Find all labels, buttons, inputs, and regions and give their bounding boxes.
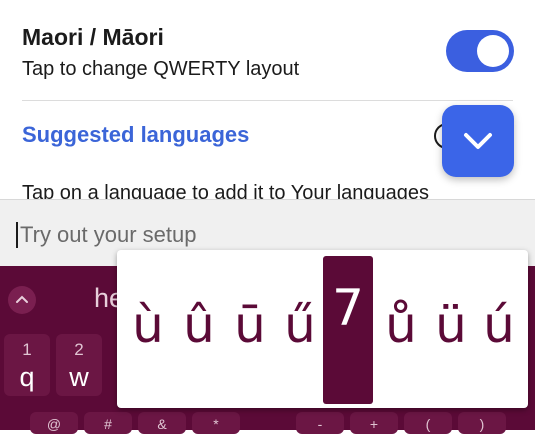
text-cursor xyxy=(16,222,18,248)
accent-option[interactable]: ű xyxy=(275,270,325,380)
key-row3[interactable]: @ xyxy=(30,412,78,434)
key-number: 1 xyxy=(22,340,32,359)
suggested-languages-title: Suggested languages xyxy=(22,122,250,147)
chevron-up-icon xyxy=(16,295,28,303)
accent-popup: ù û ū ű 7 ů ü ú xyxy=(117,250,528,408)
accent-option[interactable]: ù xyxy=(123,270,173,380)
key-row3[interactable]: + xyxy=(350,412,398,434)
key-q[interactable]: 1 q xyxy=(4,334,50,396)
key-number: 2 xyxy=(74,340,84,359)
key-w[interactable]: 2 w xyxy=(56,334,102,396)
key-row3[interactable]: # xyxy=(84,412,132,434)
scroll-down-button[interactable] xyxy=(442,105,514,177)
accent-option[interactable]: ú xyxy=(474,270,524,380)
accent-option-selected[interactable]: 7 xyxy=(323,256,373,404)
key-row3[interactable]: - xyxy=(296,412,344,434)
expand-suggestions-button[interactable] xyxy=(8,286,36,314)
key-row3[interactable]: ) xyxy=(458,412,506,434)
input-placeholder: Try out your setup xyxy=(20,222,197,247)
suggested-helper-text: Tap on a language to add it to Your lang… xyxy=(22,182,430,200)
key-char: q xyxy=(19,362,35,392)
toggle-knob xyxy=(477,35,509,67)
key-row3[interactable]: ( xyxy=(404,412,452,434)
key-char: w xyxy=(69,362,89,392)
divider xyxy=(22,100,513,101)
language-title: Maori / Māori xyxy=(22,24,164,50)
accent-option[interactable]: ü xyxy=(426,270,476,380)
language-subtitle[interactable]: Tap to change QWERTY layout xyxy=(22,58,299,81)
accent-option[interactable]: ū xyxy=(225,270,275,380)
key-row3[interactable]: & xyxy=(138,412,186,434)
accent-option[interactable]: û xyxy=(174,270,224,380)
language-toggle[interactable] xyxy=(446,30,514,72)
key-row3[interactable]: * xyxy=(192,412,240,434)
accent-option[interactable]: ů xyxy=(376,270,426,380)
chevron-down-icon xyxy=(464,133,492,149)
settings-panel: Maori / Māori Tap to change QWERTY layou… xyxy=(0,0,535,200)
